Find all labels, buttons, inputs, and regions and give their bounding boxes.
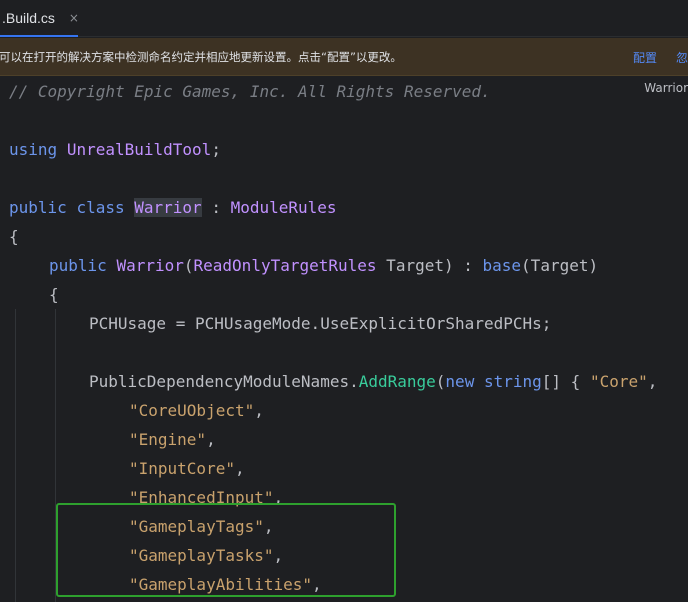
module-string: "CoreUObject" xyxy=(129,401,255,420)
base-call-args: (Target) xyxy=(521,256,599,275)
add-range-method: AddRange xyxy=(358,372,436,391)
configure-link[interactable]: 配置 xyxy=(633,49,657,66)
class-keyword: class xyxy=(76,198,125,217)
comma: , xyxy=(647,372,658,391)
public-keyword: public xyxy=(9,198,67,217)
tab-warrior-build-cs[interactable]: .Build.cs × xyxy=(0,0,79,37)
naming-convention-notice: 可以在打开的解决方案中检测命名约定并相应地更新设置。点击“配置”以更改。 配置 … xyxy=(0,38,688,76)
module-line: "CoreUObject", xyxy=(129,401,264,420)
module-line: "InputCore", xyxy=(129,459,245,478)
new-keyword: new xyxy=(445,372,475,391)
array-init: [] { xyxy=(541,372,590,391)
inlay-hint: Warrior xyxy=(644,81,688,95)
open-paren: ( xyxy=(435,372,446,391)
dismiss-link[interactable]: 忽 xyxy=(676,49,688,66)
code-line-1: // Copyright Epic Games, Inc. All Rights… xyxy=(9,77,491,106)
public-keyword: public xyxy=(49,256,107,275)
code-line-6: { xyxy=(9,222,19,251)
open-brace: { xyxy=(9,227,19,246)
semicolon: ; xyxy=(211,140,221,159)
string-core: "Core" xyxy=(589,372,648,391)
open-paren: ( xyxy=(183,256,194,275)
property-access: PublicDependencyModuleNames. xyxy=(89,372,359,391)
namespace-name: UnrealBuildTool xyxy=(66,140,212,159)
class-name[interactable]: Warrior xyxy=(134,198,202,217)
indent-guide xyxy=(15,309,16,602)
highlight-annotation-box xyxy=(56,503,396,597)
param-type: ReadOnlyTargetRules xyxy=(193,256,377,275)
base-class-name: ModuleRules xyxy=(230,198,337,217)
editor-tab-bar: .Build.cs × xyxy=(0,0,688,37)
module-line: "Engine", xyxy=(129,430,216,449)
code-line-3: using UnrealBuildTool; xyxy=(9,135,221,164)
string-type: string xyxy=(483,372,542,391)
using-keyword: using xyxy=(9,140,58,159)
notice-message: 可以在打开的解决方案中检测命名约定并相应地更新设置。点击“配置”以更改。 xyxy=(0,49,402,64)
param-name: Target) : xyxy=(376,256,483,275)
base-keyword: base xyxy=(482,256,522,275)
open-brace: { xyxy=(49,285,59,304)
colon: : xyxy=(201,198,231,217)
tab-label: .Build.cs xyxy=(2,9,55,26)
close-icon[interactable]: × xyxy=(69,11,79,25)
code-line-8: { xyxy=(49,280,59,309)
code-line-11: PublicDependencyModuleNames.AddRange(new… xyxy=(89,367,657,396)
copyright-comment: // Copyright Epic Games, Inc. All Rights… xyxy=(9,82,491,101)
code-line-5: public class Warrior : ModuleRules xyxy=(9,193,337,222)
pch-usage-statement: PCHUsage = PCHUsageMode.UseExplicitOrSha… xyxy=(89,314,552,333)
constructor-name: Warrior xyxy=(116,256,184,275)
module-string: "InputCore" xyxy=(129,459,235,478)
code-line-9: PCHUsage = PCHUsageMode.UseExplicitOrSha… xyxy=(89,309,551,338)
module-string: "Engine" xyxy=(129,430,207,449)
code-line-7: public Warrior(ReadOnlyTargetRules Targe… xyxy=(49,251,598,280)
